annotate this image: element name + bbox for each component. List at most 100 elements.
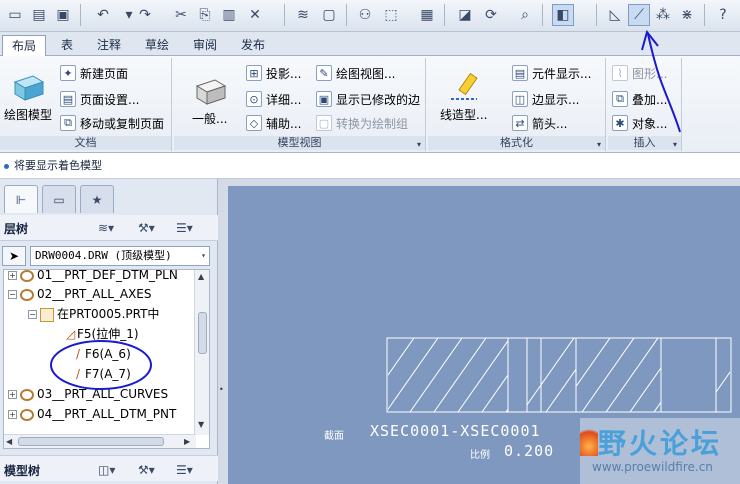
tab-review[interactable]: 审阅	[184, 35, 226, 56]
settings-list-icon[interactable]: ☰▾	[176, 219, 193, 237]
arrows-button[interactable]: ⇄ 箭头...	[512, 112, 567, 134]
format-group-label: 格式化	[428, 136, 605, 150]
new-file-icon[interactable]: ▭	[4, 4, 26, 26]
paste-icon[interactable]: ▥	[218, 4, 240, 26]
select-box-icon[interactable]: ⬚	[380, 4, 402, 26]
new-page-icon: ✦	[60, 65, 76, 81]
drawing-view-icon: ✎	[316, 65, 332, 81]
open-folder-icon[interactable]: ▤	[28, 4, 50, 26]
show-modified-edges-button[interactable]: ▣ 显示已修改的边	[316, 88, 420, 110]
model-views-expand-icon[interactable]: ▾	[417, 140, 421, 149]
detail-view-button[interactable]: ⊙ 详细...	[246, 88, 301, 110]
display-icon[interactable]: ◫▾	[98, 461, 115, 479]
datum-plane-icon[interactable]: ◺	[604, 4, 626, 26]
overlay-button[interactable]: ⧉ 叠加...	[612, 88, 667, 110]
cut-icon[interactable]: ✂	[170, 4, 192, 26]
general-view-icon	[195, 79, 226, 105]
tree-row[interactable]: / F6(A_6)	[74, 345, 131, 364]
insert-expand-icon[interactable]: ▾	[673, 140, 677, 149]
tab-layout[interactable]: 布局	[2, 35, 46, 57]
general-view-button[interactable]: 一般...	[192, 76, 227, 127]
scroll-left-icon[interactable]: ◀	[6, 437, 12, 446]
folder-browser-tab-icon[interactable]: ▭	[42, 185, 76, 213]
object-icon: ✱	[612, 115, 628, 131]
select-cursor-icon[interactable]: ➤	[2, 246, 26, 266]
new-page-button[interactable]: ✦ 新建页面	[60, 62, 128, 84]
graph-button[interactable]: ⌇ 图形...	[612, 62, 667, 84]
tree-row[interactable]: + 01__PRT_DEF_DTM_PLN	[8, 270, 178, 285]
scroll-up-icon[interactable]: ▲	[198, 272, 204, 281]
expand-toggle[interactable]: +	[8, 410, 17, 419]
drawing-view-button[interactable]: ✎ 绘图视图...	[316, 62, 395, 84]
show-modified-edges-icon: ▣	[316, 91, 332, 107]
tree-tab-icon[interactable]: ⊩	[4, 185, 38, 213]
expand-toggle[interactable]: +	[8, 390, 17, 399]
tools-icon[interactable]: ⚒▾	[138, 219, 155, 237]
datum-point-icon[interactable]: ⁂	[652, 4, 674, 26]
move-copy-page-button[interactable]: ⧉ 移动或复制页面	[60, 112, 164, 134]
tab-publish[interactable]: 发布	[232, 35, 274, 56]
tab-sketch[interactable]: 草绘	[136, 35, 178, 56]
tab-table[interactable]: 表	[50, 35, 84, 56]
collapse-toggle[interactable]: −	[28, 310, 37, 319]
layers-icon[interactable]: ≋	[292, 4, 314, 26]
shading-icon[interactable]: ◧	[552, 4, 574, 26]
tree-row[interactable]: ◿ F5(拉伸_1)	[66, 325, 139, 344]
tree-row[interactable]: − 02__PRT_ALL_AXES	[8, 285, 152, 304]
coordinate-system-icon[interactable]: ⋇	[676, 4, 698, 26]
datum-axis-icon[interactable]: ⟋	[628, 4, 650, 26]
layer-tree: + 01__PRT_DEF_DTM_PLN − 02__PRT_ALL_AXES…	[3, 269, 210, 449]
layer-tree-title[interactable]: 层树	[4, 220, 28, 237]
undo-icon[interactable]: ↶	[92, 4, 114, 26]
tab-annotate[interactable]: 注释	[88, 35, 130, 56]
copy-icon[interactable]: ⎘	[194, 4, 216, 26]
grid-icon[interactable]: ▦	[416, 4, 438, 26]
tree-row[interactable]: / F7(A_7)	[74, 365, 131, 384]
layer-display-icon[interactable]: ≋▾	[98, 219, 114, 237]
projection-view-button[interactable]: ⊞ 投影...	[246, 62, 301, 84]
scroll-right-icon[interactable]: ▶	[184, 437, 190, 446]
tree-vertical-scrollbar[interactable]: ▲ ▼	[194, 270, 209, 435]
panel-splitter[interactable]: •	[219, 385, 224, 394]
line-style-button[interactable]: 线造型...	[440, 72, 487, 123]
scroll-thumb[interactable]	[198, 312, 207, 354]
drawing-model-button[interactable]: 绘图模型	[4, 72, 52, 123]
favorites-tab-icon[interactable]: ★	[80, 185, 114, 213]
delete-icon[interactable]: ✕	[244, 4, 266, 26]
redo-icon[interactable]: ↷	[134, 4, 156, 26]
tree-row[interactable]: − 在PRT0005.PRT中	[28, 305, 159, 324]
layer-tree-header: 层树 ≋▾ ⚒▾ ☰▾	[0, 215, 218, 241]
object-button[interactable]: ✱ 对象...	[612, 112, 667, 134]
regenerate-icon[interactable]: ◪	[454, 4, 476, 26]
tree-horizontal-scrollbar[interactable]: ◀ ▶	[4, 434, 196, 448]
help-icon[interactable]: ?	[712, 4, 734, 26]
navigator-tabs: ⊩ ▭ ★	[4, 185, 114, 213]
overlay-icon: ⧉	[612, 91, 628, 107]
scroll-thumb[interactable]	[18, 437, 164, 446]
expand-toggle[interactable]: +	[8, 271, 17, 280]
page-setup-button[interactable]: ▤ 页面设置...	[60, 88, 139, 110]
model-selector-row: ➤ DRW0004.DRW (顶级模型) ▾	[0, 243, 218, 267]
watermark-logo: 野火论坛 www.proewildfire.cn	[580, 418, 740, 484]
save-icon[interactable]: ▣	[52, 4, 74, 26]
model-tree-title[interactable]: 模型树	[4, 462, 40, 479]
model-combo[interactable]: DRW0004.DRW (顶级模型) ▾	[30, 246, 210, 266]
tree-row[interactable]: + 03__PRT_ALL_CURVES	[8, 385, 168, 404]
settings-list-icon[interactable]: ☰▾	[176, 461, 193, 479]
flame-icon	[580, 424, 598, 456]
auxiliary-view-button[interactable]: ◇ 辅助...	[246, 112, 301, 134]
zoom-icon[interactable]: ⌕	[514, 4, 536, 26]
component-display-button[interactable]: ▤ 元件显示...	[512, 62, 591, 84]
format-expand-icon[interactable]: ▾	[597, 140, 601, 149]
tools-icon[interactable]: ⚒▾	[138, 461, 155, 479]
window-icon[interactable]: ▢	[318, 4, 340, 26]
scroll-down-icon[interactable]: ▼	[198, 420, 204, 429]
tree-row[interactable]: + 04__PRT_ALL_DTM_PNT	[8, 405, 176, 424]
convert-to-draw-group-button[interactable]: ▢ 转换为绘制组	[316, 112, 408, 134]
repaint-icon[interactable]: ⟳	[480, 4, 502, 26]
layer-icon	[20, 270, 34, 282]
insert-group: ⌇ 图形... ⧉ 叠加... ✱ 对象... 插入 ▾	[608, 58, 682, 151]
binoculars-icon[interactable]: ⚇	[354, 4, 376, 26]
edge-display-button[interactable]: ◫ 边显示...	[512, 88, 579, 110]
collapse-toggle[interactable]: −	[8, 290, 17, 299]
